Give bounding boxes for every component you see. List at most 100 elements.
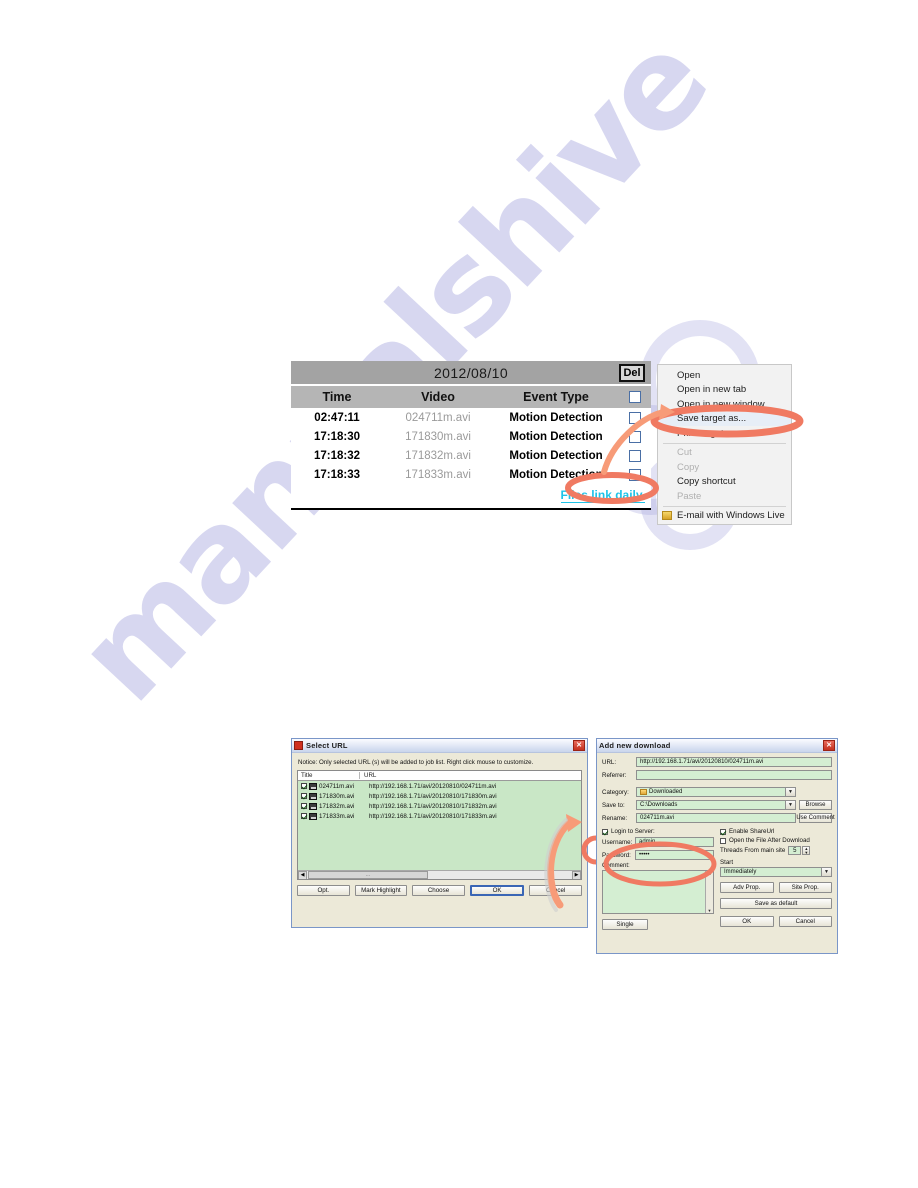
memo-scrollbar[interactable]: ▲ ▼ xyxy=(705,871,713,913)
save-as-default-button[interactable]: Save as default xyxy=(720,898,832,909)
column-header-url: URL xyxy=(364,772,377,779)
row-video[interactable]: 171833m.avi xyxy=(383,469,493,481)
choose-button[interactable]: Choose xyxy=(412,885,465,896)
category-select[interactable]: Downloaded ▼ xyxy=(636,787,796,797)
checkbox-icon[interactable] xyxy=(720,837,726,844)
ok-button[interactable]: OK xyxy=(469,885,525,896)
opt-button[interactable]: Opt. xyxy=(297,885,350,896)
cancel-button[interactable]: Cancel xyxy=(529,885,582,896)
scroll-left-icon[interactable]: ◀ xyxy=(298,870,307,879)
checkbox-icon[interactable] xyxy=(629,391,641,403)
checkbox-icon[interactable] xyxy=(720,828,726,835)
prop-button-row: Adv Prop. Site Prop. xyxy=(720,882,832,893)
menu-item-paste[interactable]: Paste xyxy=(658,489,791,504)
start-select[interactable]: Immediately ▼ xyxy=(720,867,832,877)
scroll-up-icon[interactable]: ▲ xyxy=(708,871,712,876)
threads-label: Threads From main site xyxy=(720,847,786,854)
ok-cancel-row: OK Cancel xyxy=(720,916,832,927)
table-row[interactable]: 17:18:32 171832m.avi Motion Detection xyxy=(291,446,651,465)
folder-icon xyxy=(640,789,647,795)
row-video[interactable]: 171830m.avi xyxy=(383,431,493,443)
checkbox-icon[interactable] xyxy=(301,793,307,799)
horizontal-scrollbar[interactable]: ◀ ... ▶ xyxy=(298,870,581,879)
referrer-input[interactable] xyxy=(636,770,832,780)
url-input[interactable]: http://192.168.1.71/avi/20120810/024711m… xyxy=(636,757,832,767)
menu-item-email-with-windows-live[interactable]: E-mail with Windows Live xyxy=(658,509,791,524)
checkbox-icon[interactable] xyxy=(602,828,608,835)
spinner-icon[interactable]: ▲ ▼ xyxy=(802,846,811,855)
username-input[interactable]: admin xyxy=(635,837,714,847)
delete-button[interactable]: Del xyxy=(619,364,645,382)
menu-item-copy[interactable]: Copy xyxy=(658,460,791,475)
menu-separator xyxy=(663,442,786,444)
event-list-titlebar: 2012/08/10 Del xyxy=(291,361,651,386)
ok-button[interactable]: OK xyxy=(720,916,774,927)
single-button[interactable]: Single xyxy=(602,919,648,930)
cancel-button[interactable]: Cancel xyxy=(778,916,832,927)
row-video[interactable]: 024711m.avi xyxy=(383,412,493,424)
list-item[interactable]: 171830m.avi http://192.168.1.71/avi/2012… xyxy=(298,791,581,801)
chevron-down-icon[interactable]: ▼ xyxy=(821,868,831,876)
open-after-download-row[interactable]: Open the File After Download xyxy=(720,837,832,844)
checkbox-icon[interactable] xyxy=(629,430,641,443)
menu-item-save-target-as[interactable]: Save target as... xyxy=(658,411,791,426)
mark-highlight-button[interactable]: Mark Highlight xyxy=(354,885,408,896)
table-row[interactable]: 02:47:11 024711m.avi Motion Detection xyxy=(291,408,651,427)
adv-prop-button[interactable]: Adv Prop. xyxy=(720,882,774,893)
browser-context-menu[interactable]: Open Open in new tab Open in new window … xyxy=(657,364,792,525)
checkbox-icon[interactable] xyxy=(629,411,641,424)
row-time: 17:18:32 xyxy=(313,449,361,462)
password-label: Password: xyxy=(602,851,631,859)
threads-input[interactable]: 5 xyxy=(788,846,802,855)
add-new-download-dialog[interactable]: Add new download ✕ URL: http://192.168.1… xyxy=(596,738,838,954)
checkbox-icon[interactable] xyxy=(301,803,307,809)
list-item[interactable]: 171832m.avi http://192.168.1.71/avi/2012… xyxy=(298,801,581,811)
table-row[interactable]: 17:18:30 171830m.avi Motion Detection xyxy=(291,427,651,446)
scroll-down-icon[interactable]: ▼ xyxy=(708,908,712,913)
comment-textarea[interactable]: ▲ ▼ xyxy=(602,870,714,914)
scrollbar-thumb[interactable]: ... xyxy=(308,871,428,879)
chevron-down-icon[interactable]: ▼ xyxy=(785,788,795,796)
list-item-title: 171832m.avi xyxy=(319,802,355,810)
select-url-title: Select URL xyxy=(306,741,348,750)
chevron-down-icon[interactable]: ▼ xyxy=(785,801,795,809)
rename-input[interactable]: 024711m.avi xyxy=(636,813,796,823)
menu-item-open-in-new-window[interactable]: Open in new window xyxy=(658,397,791,412)
row-checkbox-cell[interactable] xyxy=(619,449,651,462)
list-item[interactable]: 171833m.avi http://192.168.1.71/avi/2012… xyxy=(298,811,581,821)
listbox-header: Title URL xyxy=(298,771,581,781)
row-checkbox-cell[interactable] xyxy=(619,468,651,481)
menu-item-copy-shortcut[interactable]: Copy shortcut xyxy=(658,475,791,490)
rename-label: Rename: xyxy=(602,814,628,822)
login-to-server-row[interactable]: Login to Server: xyxy=(602,828,714,835)
list-item[interactable]: 024711m.avi http://192.168.1.71/avi/2012… xyxy=(298,781,581,791)
select-url-dialog[interactable]: Select URL ✕ Notice: Only selected URL (… xyxy=(291,738,588,928)
enable-shareurl-row[interactable]: Enable ShareUrl xyxy=(720,828,832,835)
column-header-select-all[interactable] xyxy=(619,391,651,403)
password-input[interactable]: ••••• xyxy=(635,850,714,860)
column-header-title: Title xyxy=(298,772,360,779)
browse-button[interactable]: Browse xyxy=(799,800,832,810)
use-comment-button[interactable]: Use Comment xyxy=(796,813,835,823)
row-video[interactable]: 171832m.avi xyxy=(383,450,493,462)
checkbox-icon[interactable] xyxy=(301,783,307,789)
scroll-right-icon[interactable]: ▶ xyxy=(572,870,581,879)
save-to-select[interactable]: C:\Downloads ▼ xyxy=(636,800,796,810)
menu-item-cut[interactable]: Cut xyxy=(658,446,791,461)
row-checkbox-cell[interactable] xyxy=(619,430,651,443)
url-listbox[interactable]: Title URL 024711m.avi http://192.168.1.7… xyxy=(297,770,582,880)
checkbox-icon[interactable] xyxy=(629,449,641,462)
close-icon[interactable]: ✕ xyxy=(823,740,835,751)
menu-item-open-in-new-tab[interactable]: Open in new tab xyxy=(658,383,791,398)
files-link-daily-link[interactable]: Files link daily. xyxy=(560,488,645,503)
checkbox-icon[interactable] xyxy=(629,468,641,481)
site-prop-button[interactable]: Site Prop. xyxy=(778,882,832,893)
close-icon[interactable]: ✕ xyxy=(573,740,585,751)
table-row[interactable]: 17:18:33 171833m.avi Motion Detection xyxy=(291,465,651,484)
menu-item-print-target[interactable]: Print target xyxy=(658,426,791,441)
avi-file-icon xyxy=(309,802,317,810)
row-checkbox-cell[interactable] xyxy=(619,411,651,424)
checkbox-icon[interactable] xyxy=(301,813,307,819)
category-value: Downloaded xyxy=(649,789,683,795)
menu-item-open[interactable]: Open xyxy=(658,368,791,383)
